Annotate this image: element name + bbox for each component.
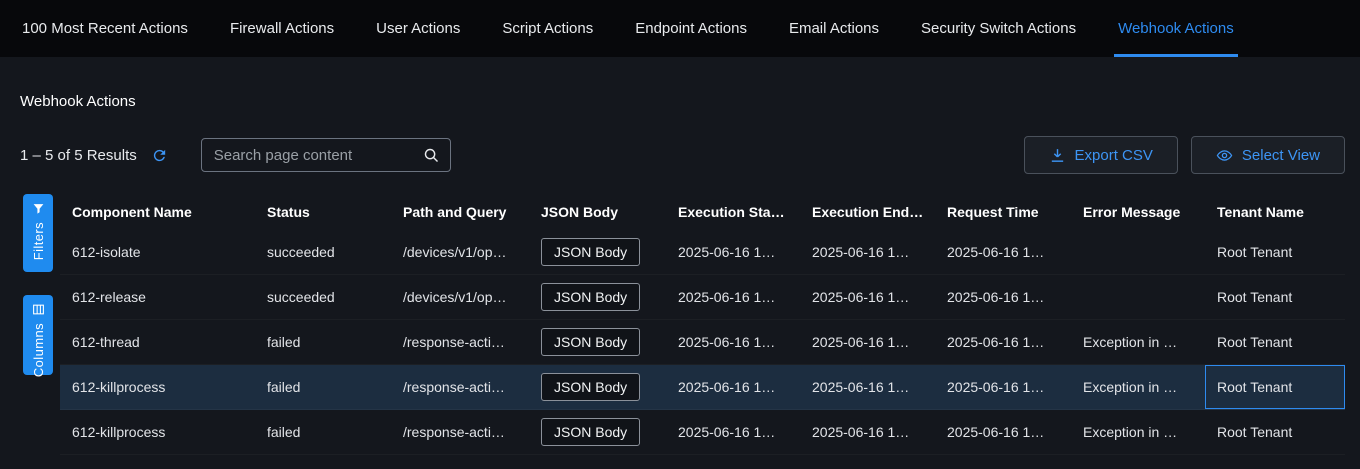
filter-icon bbox=[32, 202, 45, 215]
cell-json-body: JSON Body bbox=[529, 230, 666, 274]
tab-endpoint-actions[interactable]: Endpoint Actions bbox=[635, 0, 747, 57]
cell-path-and-query: /devices/v1/op… bbox=[391, 230, 529, 274]
cell-request-time: 2025-06-16 1… bbox=[935, 365, 1071, 409]
json-body-button[interactable]: JSON Body bbox=[541, 418, 640, 446]
cell-path-and-query: /devices/v1/op… bbox=[391, 275, 529, 319]
cell-path-and-query: /response-acti… bbox=[391, 410, 529, 454]
cell-component-name: 612-thread bbox=[60, 320, 255, 364]
cell-status: failed bbox=[255, 320, 391, 364]
cell-execution-end: 2025-06-16 1… bbox=[800, 410, 935, 454]
cell-execution-end: 2025-06-16 1… bbox=[800, 275, 935, 319]
tab-email-actions[interactable]: Email Actions bbox=[789, 0, 879, 57]
table-row[interactable]: 612-killprocess failed /response-acti… J… bbox=[60, 365, 1345, 410]
cell-execution-end: 2025-06-16 1… bbox=[800, 230, 935, 274]
cell-error-message bbox=[1071, 230, 1205, 274]
tab-bar: 100 Most Recent Actions Firewall Actions U… bbox=[0, 0, 1360, 57]
column-header[interactable]: Component Name bbox=[60, 204, 255, 220]
cell-error-message: Exception in … bbox=[1071, 365, 1205, 409]
table-row[interactable]: 612-killprocess failed /response-acti… J… bbox=[60, 410, 1345, 455]
cell-tenant-name: Root Tenant bbox=[1205, 275, 1345, 319]
cell-status: succeeded bbox=[255, 230, 391, 274]
tab-webhook-actions[interactable]: Webhook Actions bbox=[1118, 0, 1234, 57]
cell-execution-end: 2025-06-16 1… bbox=[800, 320, 935, 364]
cell-component-name: 612-release bbox=[60, 275, 255, 319]
cell-execution-start: 2025-06-16 1… bbox=[666, 365, 800, 409]
cell-tenant-name: Root Tenant bbox=[1205, 365, 1345, 409]
cell-request-time: 2025-06-16 1… bbox=[935, 230, 1071, 274]
search-icon[interactable] bbox=[423, 147, 440, 164]
cell-path-and-query: /response-acti… bbox=[391, 365, 529, 409]
json-body-button[interactable]: JSON Body bbox=[541, 328, 640, 356]
cell-status: succeeded bbox=[255, 275, 391, 319]
column-header[interactable]: Path and Query bbox=[391, 204, 529, 220]
cell-error-message bbox=[1071, 275, 1205, 319]
columns-button[interactable]: Columns bbox=[23, 295, 53, 375]
cell-status: failed bbox=[255, 365, 391, 409]
tab-firewall-actions[interactable]: Firewall Actions bbox=[230, 0, 334, 57]
refresh-icon bbox=[151, 147, 168, 164]
tab-user-actions[interactable]: User Actions bbox=[376, 0, 460, 57]
tab-security-switch-actions[interactable]: Security Switch Actions bbox=[921, 0, 1076, 57]
webhook-actions-table: Component NameStatusPath and QueryJSON B… bbox=[60, 194, 1345, 455]
table-row[interactable]: 612-isolate succeeded /devices/v1/op… JS… bbox=[60, 230, 1345, 275]
cell-path-and-query: /response-acti… bbox=[391, 320, 529, 364]
cell-tenant-name: Root Tenant bbox=[1205, 230, 1345, 274]
column-header[interactable]: Tenant Name bbox=[1205, 204, 1345, 220]
export-csv-button[interactable]: Export CSV bbox=[1024, 136, 1178, 174]
export-csv-label: Export CSV bbox=[1075, 147, 1153, 164]
cell-execution-end: 2025-06-16 1… bbox=[800, 365, 935, 409]
json-body-button[interactable]: JSON Body bbox=[541, 238, 640, 266]
cell-component-name: 612-isolate bbox=[60, 230, 255, 274]
json-body-button[interactable]: JSON Body bbox=[541, 373, 640, 401]
column-header[interactable]: JSON Body bbox=[529, 204, 666, 220]
cell-request-time: 2025-06-16 1… bbox=[935, 410, 1071, 454]
cell-execution-start: 2025-06-16 1… bbox=[666, 275, 800, 319]
columns-button-label: Columns bbox=[31, 323, 46, 377]
table-body: 612-isolate succeeded /devices/v1/op… JS… bbox=[60, 230, 1345, 455]
filters-button[interactable]: Filters bbox=[23, 194, 53, 272]
cell-json-body: JSON Body bbox=[529, 320, 666, 364]
column-header[interactable]: Status bbox=[255, 204, 391, 220]
json-body-button[interactable]: JSON Body bbox=[541, 283, 640, 311]
results-count: 1 – 5 of 5 Results bbox=[20, 147, 137, 164]
download-icon bbox=[1049, 147, 1066, 164]
cell-error-message: Exception in … bbox=[1071, 320, 1205, 364]
toolbar: 1 – 5 of 5 Results Export CSV Select Vie… bbox=[0, 136, 1360, 174]
cell-request-time: 2025-06-16 1… bbox=[935, 275, 1071, 319]
select-view-button[interactable]: Select View bbox=[1191, 136, 1345, 174]
select-view-label: Select View bbox=[1242, 147, 1320, 164]
cell-json-body: JSON Body bbox=[529, 365, 666, 409]
cell-execution-start: 2025-06-16 1… bbox=[666, 410, 800, 454]
cell-error-message: Exception in … bbox=[1071, 410, 1205, 454]
cell-status: failed bbox=[255, 410, 391, 454]
eye-icon bbox=[1216, 147, 1233, 164]
cell-tenant-name: Root Tenant bbox=[1205, 410, 1345, 454]
refresh-button[interactable] bbox=[149, 144, 171, 166]
search-input[interactable] bbox=[214, 147, 423, 164]
column-header[interactable]: Execution End… bbox=[800, 204, 935, 220]
table-header-row: Component NameStatusPath and QueryJSON B… bbox=[60, 194, 1345, 230]
cell-tenant-name: Root Tenant bbox=[1205, 320, 1345, 364]
cell-component-name: 612-killprocess bbox=[60, 410, 255, 454]
columns-icon bbox=[32, 303, 45, 316]
search-box bbox=[201, 138, 451, 172]
tab-100-most-recent-actions[interactable]: 100 Most Recent Actions bbox=[22, 0, 188, 57]
table-row[interactable]: 612-release succeeded /devices/v1/op… JS… bbox=[60, 275, 1345, 320]
column-header[interactable]: Execution Sta… bbox=[666, 204, 800, 220]
column-header[interactable]: Error Message bbox=[1071, 204, 1205, 220]
cell-execution-start: 2025-06-16 1… bbox=[666, 320, 800, 364]
column-header[interactable]: Request Time bbox=[935, 204, 1071, 220]
cell-json-body: JSON Body bbox=[529, 410, 666, 454]
filters-button-label: Filters bbox=[31, 222, 46, 260]
cell-component-name: 612-killprocess bbox=[60, 365, 255, 409]
tab-script-actions[interactable]: Script Actions bbox=[502, 0, 593, 57]
cell-execution-start: 2025-06-16 1… bbox=[666, 230, 800, 274]
cell-request-time: 2025-06-16 1… bbox=[935, 320, 1071, 364]
cell-json-body: JSON Body bbox=[529, 275, 666, 319]
page-title: Webhook Actions bbox=[20, 93, 1360, 110]
table-row[interactable]: 612-thread failed /response-acti… JSON B… bbox=[60, 320, 1345, 365]
